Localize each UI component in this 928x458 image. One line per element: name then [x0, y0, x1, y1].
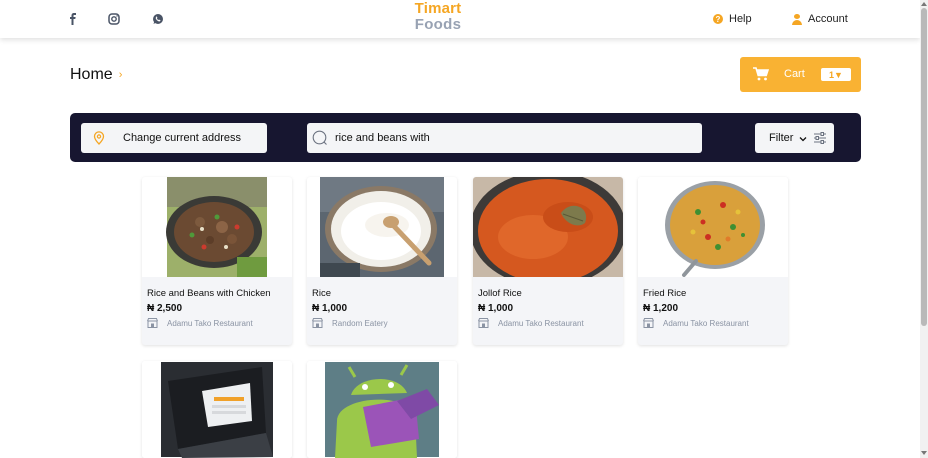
chevron-down-icon	[799, 137, 807, 142]
product-image	[142, 177, 292, 277]
instagram-icon[interactable]	[107, 12, 121, 26]
store-name: Adamu Tako Restaurant	[663, 318, 749, 328]
product-image	[307, 177, 457, 277]
product-card[interactable]	[142, 361, 292, 458]
page: Timart Foods ? Help Account Home › Cart …	[0, 0, 928, 458]
page-scrollbar[interactable]	[920, 0, 928, 458]
account-label: Account	[808, 13, 848, 25]
product-price: ₦ 1,000	[312, 303, 348, 314]
change-address-label: Change current address	[123, 132, 242, 144]
search-bar: Change current address Filter	[70, 113, 861, 162]
user-icon	[792, 13, 802, 25]
store-icon	[147, 318, 158, 328]
change-address-button[interactable]: Change current address	[81, 123, 267, 153]
breadcrumb: Home ›	[70, 66, 122, 84]
product-price: ₦ 2,500	[147, 303, 183, 314]
product-price: ₦ 1,200	[643, 303, 679, 314]
product-name: Rice and Beans with Chicken	[147, 288, 271, 299]
cart-icon	[753, 67, 769, 81]
account-link[interactable]: Account	[792, 13, 848, 25]
product-card[interactable]: Fried Rice ₦ 1,200 Adamu Tako Restaurant	[638, 177, 788, 345]
product-price: ₦ 1,000	[478, 303, 514, 314]
product-store: Random Eatery	[312, 318, 388, 328]
store-icon	[478, 318, 489, 328]
store-name: Random Eatery	[332, 318, 388, 328]
breadcrumb-separator-icon: ›	[118, 69, 123, 81]
product-image	[638, 177, 788, 277]
store-icon	[312, 318, 323, 328]
product-image	[307, 361, 457, 458]
cart-count-badge[interactable]: 1▼	[821, 68, 851, 81]
cart-label: Cart	[784, 68, 805, 80]
logo-text-top: Timart	[414, 0, 462, 17]
scroll-down-icon[interactable]	[921, 451, 927, 455]
location-pin-icon	[93, 131, 105, 145]
scroll-up-icon[interactable]	[921, 2, 927, 6]
help-link[interactable]: ? Help	[713, 13, 752, 25]
breadcrumb-home[interactable]: Home	[70, 66, 113, 84]
product-card[interactable]: Rice and Beans with Chicken ₦ 2,500 Adam…	[142, 177, 292, 345]
product-card[interactable]: Jollof Rice ₦ 1,000 Adamu Tako Restauran…	[473, 177, 623, 345]
search-field[interactable]	[307, 123, 702, 153]
cart-button[interactable]: Cart 1▼	[740, 57, 861, 92]
search-input[interactable]	[335, 129, 695, 147]
store-name: Adamu Tako Restaurant	[498, 318, 584, 328]
facebook-icon[interactable]	[66, 12, 80, 26]
product-image	[473, 177, 623, 277]
product-card[interactable]: Rice ₦ 1,000 Random Eatery	[307, 177, 457, 345]
top-navbar: Timart Foods ? Help Account	[0, 0, 920, 38]
sliders-icon	[814, 132, 826, 144]
product-store: Adamu Tako Restaurant	[147, 318, 253, 328]
help-label: Help	[729, 13, 752, 25]
whatsapp-icon[interactable]	[151, 12, 165, 26]
product-image	[142, 361, 292, 458]
store-icon	[643, 318, 654, 328]
help-icon: ?	[713, 14, 723, 24]
product-store: Adamu Tako Restaurant	[643, 318, 749, 328]
scrollbar-thumb[interactable]	[921, 8, 927, 326]
filter-button[interactable]: Filter	[755, 123, 834, 153]
site-logo[interactable]: Timart Foods	[405, 1, 471, 33]
product-name: Rice	[312, 288, 332, 299]
logo-text-bottom: Foods	[414, 16, 462, 33]
store-name: Adamu Tako Restaurant	[167, 318, 253, 328]
product-name: Jollof Rice	[478, 288, 522, 299]
filter-label: Filter	[769, 132, 794, 144]
search-icon	[312, 130, 327, 145]
product-name: Fried Rice	[643, 288, 687, 299]
product-card[interactable]	[307, 361, 457, 458]
product-store: Adamu Tako Restaurant	[478, 318, 584, 328]
